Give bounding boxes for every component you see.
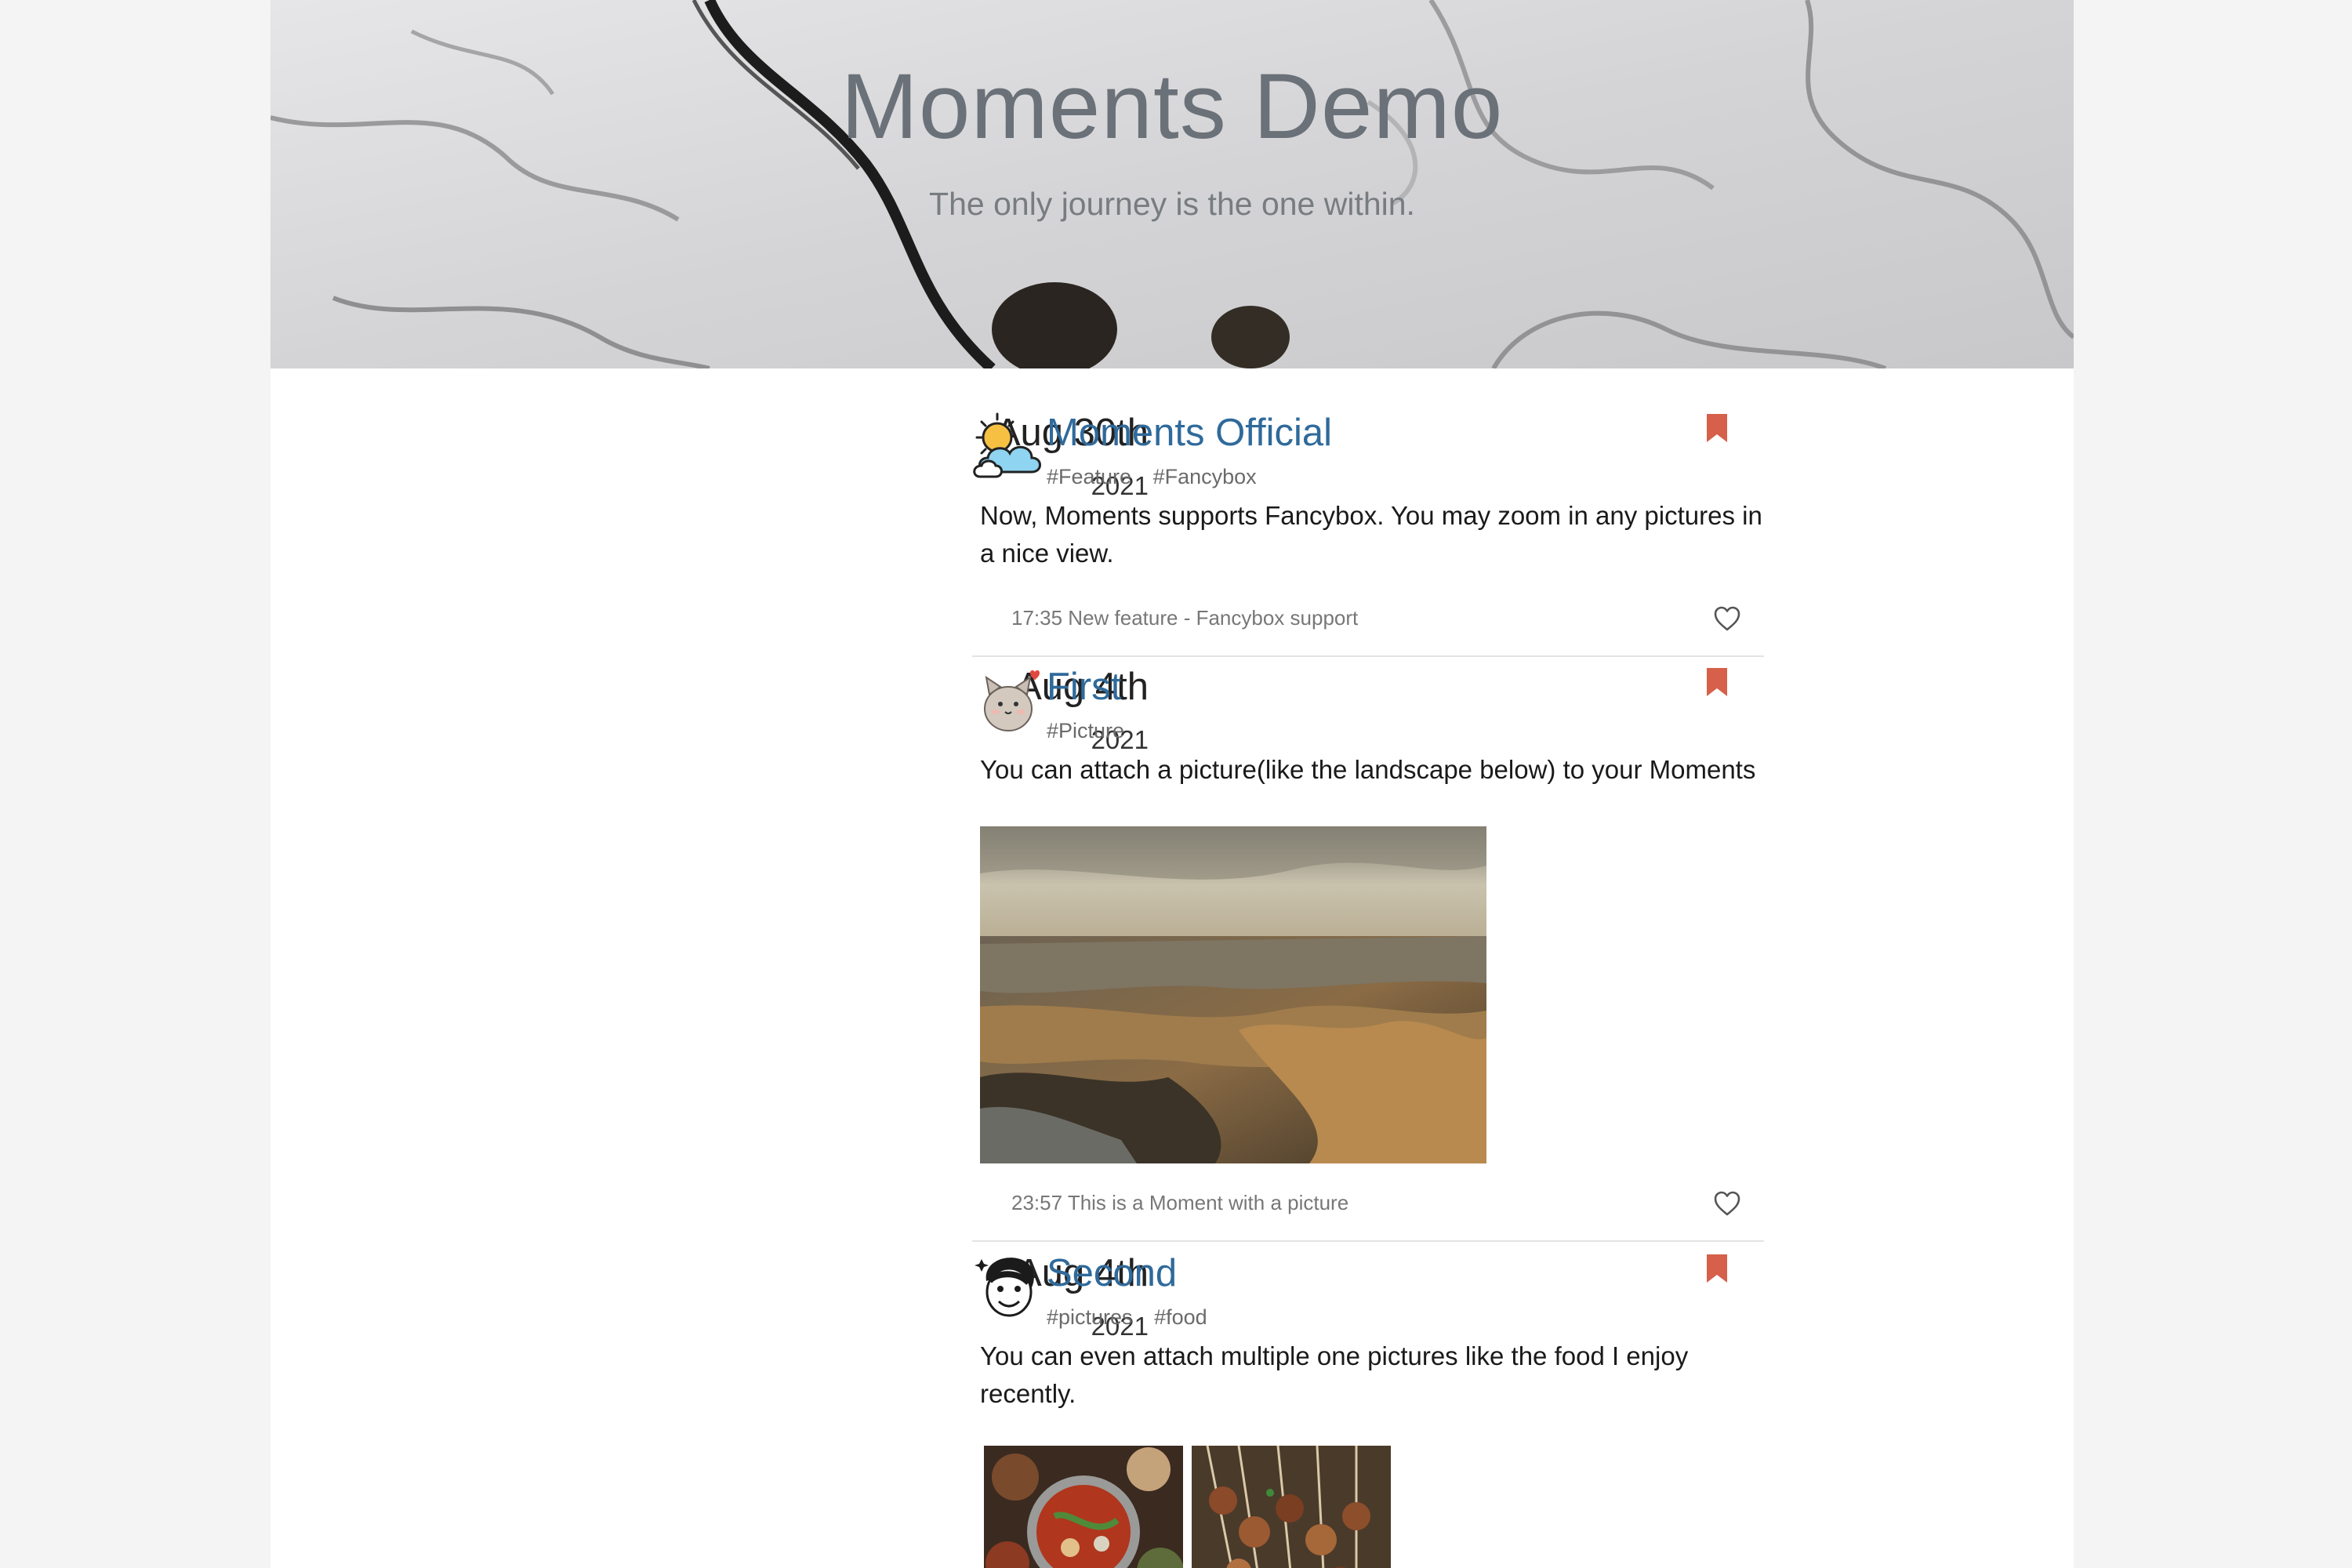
tag-link[interactable]: #pictures [1047, 1305, 1133, 1329]
post-tags: #Picture [1047, 717, 1140, 745]
author-name-link[interactable]: Moments Official [1047, 409, 1332, 456]
tag-link[interactable]: #food [1154, 1305, 1207, 1329]
bookmark-icon[interactable] [1705, 1253, 1729, 1284]
post-content: You can even attach multiple one picture… [980, 1341, 1689, 1408]
like-heart-icon[interactable] [1713, 1190, 1741, 1217]
site-subtitle: The only journey is the one within. [929, 186, 1415, 222]
like-heart-icon[interactable] [1713, 605, 1741, 632]
post-footer-text: 23:57 This is a Moment with a picture [1011, 1191, 1349, 1214]
tag-link[interactable]: #Picture [1047, 719, 1124, 742]
author-name-link[interactable]: Second [1047, 1250, 1177, 1297]
sun-cloud-icon [973, 412, 1041, 478]
author-name-link[interactable]: First [1047, 663, 1121, 710]
skewers-food-photo[interactable] [1192, 1446, 1391, 1568]
post-footer-text: 17:35 New feature - Fancybox support [1011, 606, 1359, 630]
post-tags: #pictures #food [1047, 1303, 1223, 1331]
tag-link[interactable]: #Fancybox [1153, 465, 1257, 488]
post-tags: #Feature #Fancybox [1047, 463, 1272, 491]
post-content: Now, Moments supports Fancybox. You may … [980, 501, 1762, 568]
page-container: Moments Demo The only journey is the one… [270, 0, 2074, 1568]
cartoon-face-icon [975, 1258, 1034, 1317]
tag-link[interactable]: #Feature [1047, 465, 1131, 488]
post-divider [972, 655, 1764, 657]
bookmark-icon[interactable] [1705, 412, 1729, 444]
header-banner: Moments Demo The only journey is the one… [270, 0, 2074, 368]
post-divider [972, 1240, 1764, 1242]
canyon-landscape-photo[interactable] [980, 826, 1486, 1163]
post-content: You can attach a picture(like the landsc… [980, 755, 1756, 784]
site-title: Moments Demo [840, 55, 1504, 158]
hotpot-food-photo[interactable] [984, 1446, 1183, 1568]
cat-avatar-icon [984, 670, 1040, 731]
bookmark-icon[interactable] [1705, 666, 1729, 698]
